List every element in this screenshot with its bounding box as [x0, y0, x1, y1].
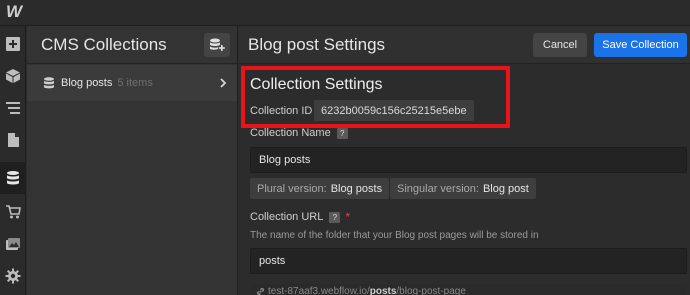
- top-bar: W: [0, 0, 690, 26]
- collection-count: 5 items: [117, 77, 153, 89]
- add-panel-icon[interactable]: [0, 28, 26, 60]
- section-title: Collection Settings: [250, 76, 383, 93]
- plural-value: Blog posts: [330, 182, 383, 195]
- collection-name-label-text: Collection Name: [250, 127, 331, 139]
- navigator-icon[interactable]: [0, 92, 26, 124]
- collection-url-label: Collection URL ? *: [250, 210, 350, 224]
- collection-name: Blog posts: [61, 77, 113, 89]
- preview-domain: test-87aaf3.webflow.io/: [268, 285, 370, 295]
- add-collection-button[interactable]: [204, 33, 230, 57]
- cms-collections-panel: CMS Collections Blog posts 5 items: [27, 26, 238, 295]
- link-icon: [256, 287, 265, 295]
- singular-value: Blog post: [482, 182, 529, 195]
- collection-name-input[interactable]: Blog posts: [250, 147, 687, 173]
- assets-icon[interactable]: [0, 228, 26, 260]
- box-icon[interactable]: [0, 60, 26, 92]
- collection-settings-pane: Blog post Settings Cancel Save Collectio…: [239, 26, 690, 295]
- help-icon[interactable]: ?: [329, 211, 341, 223]
- preview-slug: posts: [369, 285, 397, 295]
- settings-icon[interactable]: [0, 260, 26, 292]
- required-indicator: *: [345, 210, 351, 224]
- cancel-button[interactable]: Cancel: [533, 33, 587, 57]
- chevron-right-icon: [217, 76, 229, 88]
- database-icon: [43, 77, 55, 89]
- plural-label: Plural version:: [257, 182, 327, 195]
- singular-label: Singular version:: [397, 182, 479, 195]
- left-icon-rail: [0, 26, 26, 295]
- collection-id-label: Collection ID: [250, 105, 313, 117]
- ecommerce-icon[interactable]: [0, 196, 26, 228]
- singular-version-field[interactable]: Singular version: Blog post: [390, 178, 536, 199]
- collection-id-value[interactable]: 6232b0059c156c25215e5ebe: [314, 100, 474, 121]
- settings-title: Blog post Settings: [248, 35, 386, 54]
- collection-item-blog-posts[interactable]: Blog posts 5 items: [27, 65, 237, 101]
- collection-name-label: Collection Name ?: [250, 127, 348, 139]
- save-collection-button[interactable]: Save Collection: [594, 33, 687, 57]
- collections-title: CMS Collections: [41, 35, 167, 54]
- plural-version-field[interactable]: Plural version: Blog posts: [250, 178, 390, 199]
- database-add-icon: [210, 38, 225, 51]
- collections-header: CMS Collections: [27, 26, 237, 64]
- cms-icon[interactable]: [0, 162, 26, 194]
- collection-url-hint: The name of the folder that your Blog po…: [250, 230, 539, 241]
- preview-path: /blog-post-page: [396, 285, 466, 295]
- settings-header: Blog post Settings Cancel Save Collectio…: [239, 26, 690, 64]
- collection-url-input[interactable]: posts: [250, 248, 687, 274]
- url-preview: test-87aaf3.webflow.io/posts/blog-post-p…: [250, 284, 687, 295]
- webflow-logo[interactable]: W: [4, 2, 24, 22]
- pages-icon[interactable]: [0, 124, 26, 156]
- collection-url-label-text: Collection URL: [250, 211, 324, 223]
- help-icon[interactable]: ?: [336, 127, 348, 139]
